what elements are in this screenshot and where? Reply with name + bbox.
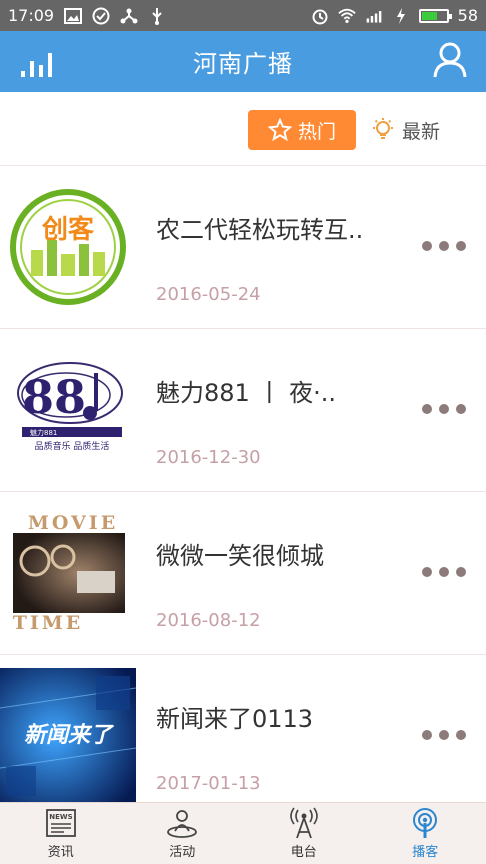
item-title: 农二代轻松玩转互.. — [156, 216, 364, 244]
bottom-tab-bar: NEWS 资讯 活动 电台 播客 — [0, 802, 486, 864]
item-thumbnail: 新闻来了 — [0, 655, 136, 817]
alarm-icon — [311, 7, 329, 25]
check-circle-icon — [92, 7, 110, 25]
item-date: 2016-05-24 — [156, 284, 261, 305]
svg-text:NEWS: NEWS — [49, 813, 72, 821]
lightbulb-icon — [373, 118, 393, 139]
list-item[interactable]: 创客 农二代轻松玩转互.. 2016-05-24 — [0, 166, 486, 329]
list-item[interactable]: 88 魅力881 品质音乐 品质生活 魅力881 丨 夜·.. 2016-12-… — [0, 329, 486, 492]
item-title: 魅力881 丨 夜·.. — [156, 379, 336, 407]
share-icon — [120, 7, 138, 25]
thumbnail-text: 创客 — [41, 214, 95, 245]
item-date: 2016-08-12 — [156, 610, 261, 631]
podcast-list: 创客 农二代轻松玩转互.. 2016-05-24 88 魅力881 品质音乐 品… — [0, 166, 486, 818]
star-icon — [267, 118, 292, 142]
item-date: 2017-01-13 — [156, 773, 261, 794]
tab-label: 活动 — [169, 845, 196, 860]
tab-news[interactable]: NEWS 资讯 — [0, 803, 122, 864]
signal-4g-icon — [365, 7, 383, 25]
image-notification-icon — [64, 7, 83, 25]
svg-text:88: 88 — [22, 370, 86, 424]
battery-level: 58 — [457, 6, 478, 25]
item-title: 微微一笑很倾城 — [156, 542, 324, 570]
activity-icon — [167, 810, 198, 838]
tab-label: 电台 — [290, 845, 317, 860]
thumbnail-text: 新闻来了 — [24, 722, 115, 748]
battery-icon — [418, 8, 452, 23]
item-thumbnail: 创客 — [0, 166, 136, 328]
more-options-icon[interactable] — [422, 404, 466, 414]
item-date: 2016-12-30 — [156, 447, 261, 468]
item-thumbnail: 88 魅力881 品质音乐 品质生活 — [0, 329, 136, 491]
tab-label: 播客 — [412, 845, 439, 860]
more-options-icon[interactable] — [422, 567, 466, 577]
thumbnail-text: 品质音乐 品质生活 — [35, 440, 110, 452]
item-title: 新闻来了0113 — [156, 705, 314, 733]
page-title: 河南广播 — [193, 50, 293, 78]
filter-bar: 热门 最新 — [0, 92, 486, 166]
news-icon: NEWS — [45, 809, 76, 837]
thumbnail-text: MOVIE — [28, 513, 118, 534]
tab-podcast[interactable]: 播客 — [365, 803, 486, 864]
list-item[interactable]: MOVIE TIME 微微一笑很倾城 2016-08-12 — [0, 492, 486, 655]
thumbnail-text-bottom: TIME — [13, 612, 84, 633]
tab-radio[interactable]: 电台 — [243, 803, 365, 864]
new-filter-label: 最新 — [402, 120, 441, 143]
wifi-icon — [337, 7, 356, 25]
status-time: 17:09 — [8, 6, 55, 25]
list-item[interactable]: 新闻来了 新闻来了0113 2017-01-13 — [0, 655, 486, 818]
tab-label: 资讯 — [47, 845, 74, 860]
charging-icon — [392, 7, 410, 25]
radio-tower-icon — [289, 807, 318, 839]
user-icon[interactable] — [432, 41, 468, 79]
hot-filter-button[interactable]: 热门 — [248, 110, 356, 150]
item-thumbnail: MOVIE TIME — [0, 492, 136, 654]
rank-chart-icon[interactable] — [18, 43, 54, 79]
hot-filter-label: 热门 — [297, 120, 336, 143]
more-options-icon[interactable] — [422, 241, 466, 251]
more-options-icon[interactable] — [422, 730, 466, 740]
app-bar: 河南广播 — [0, 31, 486, 92]
podcast-icon — [413, 808, 438, 838]
usb-icon — [148, 7, 166, 25]
thumbnail-badge: 魅力881 — [30, 428, 57, 437]
tab-activity[interactable]: 活动 — [122, 803, 244, 864]
status-bar: 17:09 58 — [0, 0, 486, 31]
new-filter-button[interactable]: 最新 — [370, 110, 460, 150]
